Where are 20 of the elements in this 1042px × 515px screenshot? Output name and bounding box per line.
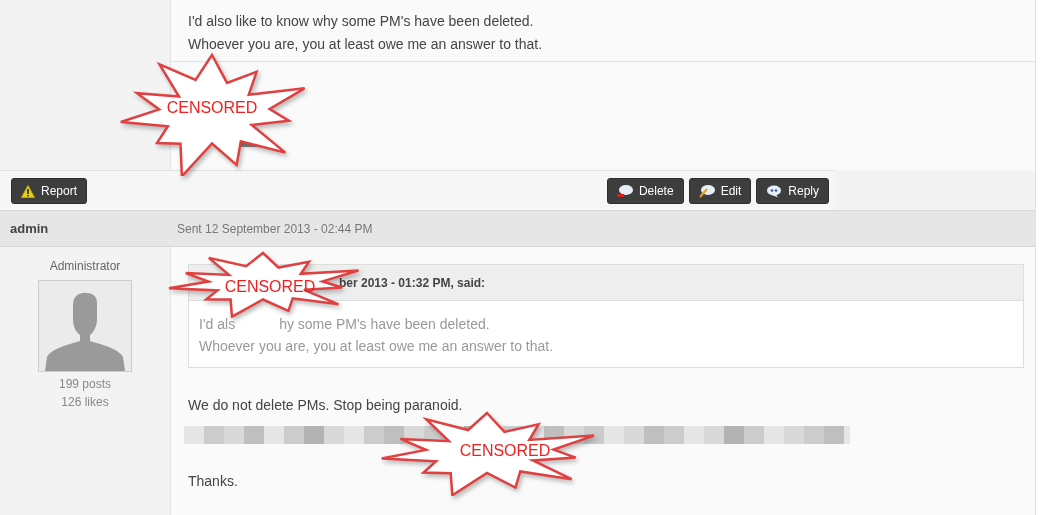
post-count: 199 posts [58, 376, 111, 393]
post-date: Sent 12 September 2013 - 02:44 PM [177, 221, 373, 236]
post-text: Whoever you are, you at least owe me an answer to that. [188, 35, 544, 54]
quote-text: Whoever you are, you at least owe me an answer to that. [199, 337, 555, 356]
quote-citation: ber 2013 - 01:32 PM, said: [339, 275, 486, 290]
censored-label: CENSORED [166, 99, 258, 117]
post-text: Thanks. [188, 473, 239, 489]
censored-label: CENSORED [224, 278, 316, 296]
reply-button[interactable]: Reply [756, 178, 829, 204]
quote-text: I'd als [199, 315, 236, 334]
censored-label: CENSORED [459, 442, 551, 460]
user-role: Administrator [49, 259, 121, 273]
like-count: 126 likes [61, 394, 109, 411]
delete-button[interactable]: Delete [606, 178, 684, 204]
report-button[interactable]: Report [11, 178, 88, 204]
post-text: We do not delete PMs. Stop being paranoid. [188, 397, 464, 413]
author-name: admin [9, 221, 50, 236]
edit-button[interactable]: Edit [688, 178, 752, 204]
quote-text: hy some PM's have been deleted. [279, 315, 490, 334]
post-text: I'd also like to know why some PM's have been deleted. [188, 12, 535, 31]
